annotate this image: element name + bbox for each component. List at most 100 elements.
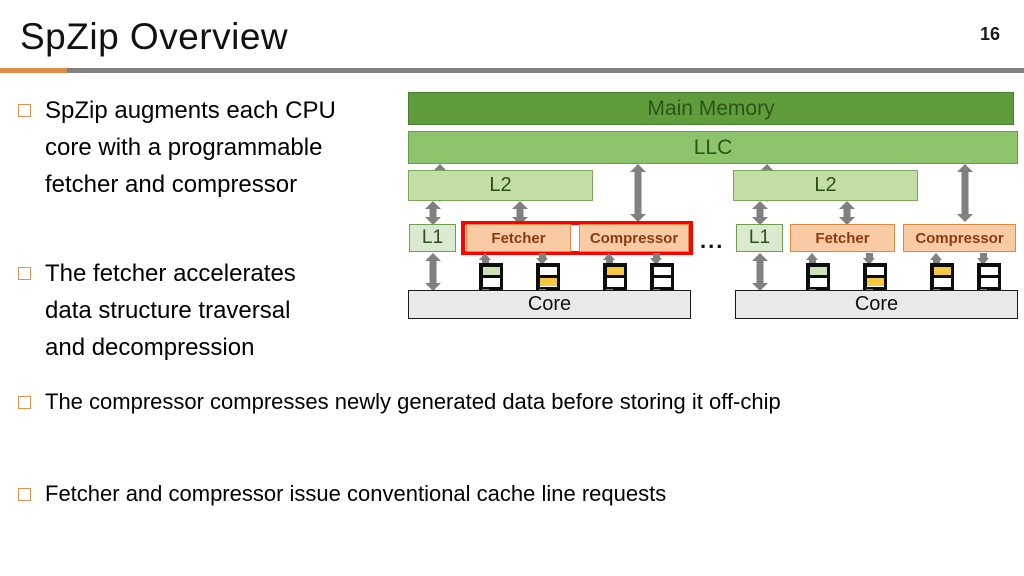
arrow-l2-to-l1-right <box>752 201 768 225</box>
queue-icon <box>650 263 674 290</box>
queue-arrow-out-7 <box>930 289 943 301</box>
arrow-head-down <box>650 258 662 265</box>
queue-rail <box>930 263 934 290</box>
llc-block: LLC <box>408 131 1018 164</box>
queue-rail <box>479 263 483 290</box>
arrow-shaft <box>539 253 546 259</box>
queue-icon <box>930 263 954 290</box>
arrow-shaft <box>980 289 987 295</box>
bullet-item: The compressor compresses newly generate… <box>18 386 1008 418</box>
queue-rung <box>863 263 887 267</box>
queue-rung <box>863 286 887 290</box>
queue-rail <box>670 263 674 290</box>
queue-icon <box>479 263 503 290</box>
queue-arrow-in-8 <box>977 253 990 265</box>
queue-rung <box>536 274 560 278</box>
arrow-l1-to-core-left <box>425 253 441 291</box>
bullet-marker-icon <box>18 267 31 280</box>
arrow-llc-to-compressor-left <box>630 164 646 222</box>
queue-rung <box>930 263 954 267</box>
arrow-head-down <box>425 283 441 291</box>
queue-rung <box>603 263 627 267</box>
arrow-shaft <box>436 171 444 195</box>
queue-rail <box>863 263 867 290</box>
queue-arrow-in-1 <box>479 253 492 265</box>
arrow-head-down <box>425 217 441 225</box>
header-divider <box>0 68 1024 73</box>
arrow-head-up <box>930 253 942 260</box>
queue-arrow-out-4 <box>650 289 663 301</box>
arrow-head-up <box>479 289 491 296</box>
arrow-l1-to-core-right <box>752 253 768 291</box>
arrow-shaft <box>756 260 764 284</box>
queue-arrow-in-2 <box>536 253 549 265</box>
queue-rung <box>806 286 830 290</box>
queue-arrow-out-8 <box>977 289 990 301</box>
arrow-head-up <box>806 289 818 296</box>
arrow-head-down <box>536 258 548 265</box>
arrow-shaft <box>980 253 987 259</box>
core-ellipsis: ... <box>700 228 725 253</box>
queue-rung <box>536 286 560 290</box>
arrow-shaft <box>634 171 642 215</box>
bullet-marker-icon <box>18 104 31 117</box>
arrow-head-down <box>957 214 973 222</box>
queue-rail <box>826 263 830 290</box>
queue-rail <box>806 263 810 290</box>
compressor-block-left: Compressor <box>579 224 689 252</box>
arrow-shaft <box>756 208 764 218</box>
queue-cell-filled <box>482 266 500 275</box>
arrow-shaft <box>429 260 437 284</box>
arrow-head-up <box>930 289 942 296</box>
arrow-shaft <box>961 171 969 215</box>
arrow-shaft <box>809 259 816 265</box>
bullet-marker-icon <box>18 396 31 409</box>
arrow-llc-to-compressor-right <box>957 164 973 222</box>
arrow-shaft <box>843 208 851 218</box>
queue-rail <box>997 263 1001 290</box>
arrow-head-down <box>977 294 989 301</box>
arrow-shaft <box>429 208 437 218</box>
arrow-head-down <box>863 258 875 265</box>
queue-icon <box>603 263 627 290</box>
arrow-head-up <box>479 253 491 260</box>
arrow-shaft <box>933 259 940 265</box>
queue-rung <box>977 286 1001 290</box>
arrow-l2-to-fetcher-left <box>512 201 528 225</box>
queue-arrow-out-2 <box>536 289 549 301</box>
arrow-llc-to-l2-left <box>432 164 448 202</box>
arrow-l2-to-l1-left <box>425 201 441 225</box>
arrow-shaft <box>482 289 489 295</box>
arrow-head-down <box>863 294 875 301</box>
bullet-text: The fetcher accelerates data structure t… <box>45 260 296 361</box>
page-number: 16 <box>979 24 1000 44</box>
arrow-head-down <box>650 294 662 301</box>
arrow-shaft <box>606 259 613 265</box>
arrow-head-down <box>839 217 855 225</box>
arrow-head-down <box>752 283 768 291</box>
arrow-head-up <box>603 289 615 296</box>
queue-rail <box>499 263 503 290</box>
queue-arrow-out-6 <box>863 289 876 301</box>
arrow-shaft <box>933 289 940 295</box>
arrow-shaft <box>516 208 524 218</box>
arrow-llc-to-l2-right <box>759 164 775 202</box>
arrow-head-up <box>425 201 441 209</box>
queue-cell-filled <box>606 266 624 275</box>
l2-cache-block-right: L2 <box>733 170 918 201</box>
l2-cache-block-left: L2 <box>408 170 593 201</box>
arrow-head-up <box>759 164 775 172</box>
queue-icon <box>863 263 887 290</box>
arrow-head-up <box>425 253 441 261</box>
arrow-shaft <box>809 289 816 295</box>
queue-arrow-in-5 <box>806 253 819 265</box>
queue-icon <box>536 263 560 290</box>
queue-rail <box>977 263 981 290</box>
main-memory-block: Main Memory <box>408 92 1014 125</box>
arrow-head-up <box>752 201 768 209</box>
queue-rail <box>623 263 627 290</box>
arrow-head-up <box>806 253 818 260</box>
arrow-shaft <box>606 289 613 295</box>
arrow-head-up <box>957 164 973 172</box>
queue-rung <box>977 274 1001 278</box>
